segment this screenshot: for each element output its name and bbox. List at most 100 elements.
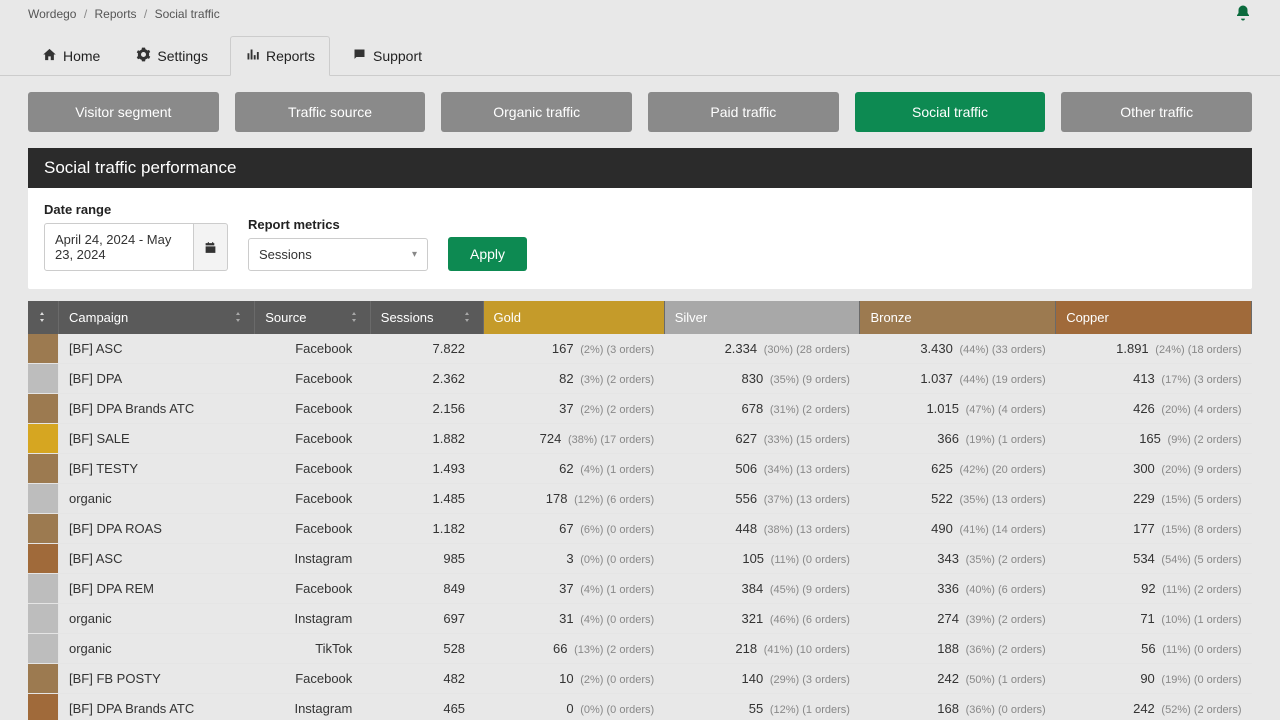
row-color-swatch	[28, 484, 59, 514]
silver-cell: 2.334 (30%) (28 orders)	[664, 334, 860, 364]
subnav-item[interactable]: Paid traffic	[648, 92, 839, 132]
table-row[interactable]: [BF] ASCInstagram9853 (0%) (0 orders)105…	[28, 544, 1252, 574]
copper-cell: 56 (11%) (0 orders)	[1056, 634, 1252, 664]
copper-cell: 413 (17%) (3 orders)	[1056, 364, 1252, 394]
row-color-swatch	[28, 514, 59, 544]
apply-button[interactable]: Apply	[448, 237, 527, 271]
col-campaign[interactable]: Campaign	[59, 301, 255, 334]
notifications-icon[interactable]	[1234, 4, 1252, 25]
campaign-cell: [BF] TESTY	[59, 454, 255, 484]
cogs-icon	[136, 47, 151, 65]
sessions-cell: 2.156	[370, 394, 483, 424]
breadcrumb-item[interactable]: Reports	[95, 7, 137, 21]
metric-select[interactable]: Sessions ▾	[248, 238, 428, 271]
nav-reports[interactable]: Reports	[230, 36, 330, 76]
subnav-item[interactable]: Organic traffic	[441, 92, 632, 132]
subnav-item[interactable]: Other traffic	[1061, 92, 1252, 132]
subnav-item[interactable]: Traffic source	[235, 92, 426, 132]
nav-support[interactable]: Support	[338, 37, 436, 75]
sessions-cell: 465	[370, 694, 483, 720]
source-cell: Facebook	[255, 574, 371, 604]
nav-home[interactable]: Home	[28, 37, 114, 75]
table-row[interactable]: [BF] DPAFacebook2.36282 (3%) (2 orders)8…	[28, 364, 1252, 394]
table-row[interactable]: [BF] DPA REMFacebook84937 (4%) (1 orders…	[28, 574, 1252, 604]
table-row[interactable]: organicTikTok52866 (13%) (2 orders)218 (…	[28, 634, 1252, 664]
bronze-cell: 490 (41%) (14 orders)	[860, 514, 1056, 544]
col-sessions[interactable]: Sessions	[370, 301, 483, 334]
copper-cell: 534 (54%) (5 orders)	[1056, 544, 1252, 574]
gold-cell: 31 (4%) (0 orders)	[483, 604, 664, 634]
table-row[interactable]: [BF] ASCFacebook7.822167 (2%) (3 orders)…	[28, 334, 1252, 364]
row-color-swatch	[28, 424, 59, 454]
sessions-cell: 7.822	[370, 334, 483, 364]
source-cell: Facebook	[255, 664, 371, 694]
silver-cell: 105 (11%) (0 orders)	[664, 544, 860, 574]
row-color-swatch	[28, 634, 59, 664]
sessions-cell: 1.485	[370, 484, 483, 514]
campaign-cell: [BF] SALE	[59, 424, 255, 454]
campaign-cell: organic	[59, 604, 255, 634]
sort-icon	[234, 310, 244, 325]
silver-cell: 218 (41%) (10 orders)	[664, 634, 860, 664]
gold-cell: 3 (0%) (0 orders)	[483, 544, 664, 574]
silver-cell: 55 (12%) (1 orders)	[664, 694, 860, 720]
col-source[interactable]: Source	[255, 301, 371, 334]
gold-cell: 10 (2%) (0 orders)	[483, 664, 664, 694]
col-gold[interactable]: Gold	[483, 301, 664, 334]
campaign-cell: organic	[59, 634, 255, 664]
campaign-cell: [BF] ASC	[59, 544, 255, 574]
table-row[interactable]: organicFacebook1.485178 (12%) (6 orders)…	[28, 484, 1252, 514]
source-cell: Facebook	[255, 484, 371, 514]
date-range-input[interactable]: April 24, 2024 - May 23, 2024	[44, 223, 194, 271]
breadcrumb[interactable]: Wordego / Reports / Social traffic	[28, 7, 220, 21]
sessions-cell: 985	[370, 544, 483, 574]
campaign-cell: organic	[59, 484, 255, 514]
sessions-cell: 482	[370, 664, 483, 694]
gold-cell: 37 (4%) (1 orders)	[483, 574, 664, 604]
table-row[interactable]: [BF] DPA Brands ATCInstagram4650 (0%) (0…	[28, 694, 1252, 720]
campaign-cell: [BF] DPA	[59, 364, 255, 394]
campaign-cell: [BF] DPA ROAS	[59, 514, 255, 544]
table-row[interactable]: [BF] DPA ROASFacebook1.18267 (6%) (0 ord…	[28, 514, 1252, 544]
copper-cell: 90 (19%) (0 orders)	[1056, 664, 1252, 694]
bronze-cell: 522 (35%) (13 orders)	[860, 484, 1056, 514]
bronze-cell: 168 (36%) (0 orders)	[860, 694, 1056, 720]
col-copper[interactable]: Copper	[1056, 301, 1252, 334]
sessions-cell: 1.493	[370, 454, 483, 484]
col-silver[interactable]: Silver	[664, 301, 860, 334]
table-row[interactable]: [BF] SALEFacebook1.882724 (38%) (17 orde…	[28, 424, 1252, 454]
col-index[interactable]	[28, 301, 59, 334]
copper-cell: 426 (20%) (4 orders)	[1056, 394, 1252, 424]
subnav-item[interactable]: Visitor segment	[28, 92, 219, 132]
table-row[interactable]: [BF] TESTYFacebook1.49362 (4%) (1 orders…	[28, 454, 1252, 484]
sessions-cell: 2.362	[370, 364, 483, 394]
table-row[interactable]: organicInstagram69731 (4%) (0 orders)321…	[28, 604, 1252, 634]
calendar-icon[interactable]	[194, 223, 228, 271]
source-cell: Facebook	[255, 394, 371, 424]
gold-cell: 37 (2%) (2 orders)	[483, 394, 664, 424]
subnav-item[interactable]: Social traffic	[855, 92, 1046, 132]
copper-cell: 92 (11%) (2 orders)	[1056, 574, 1252, 604]
col-bronze[interactable]: Bronze	[860, 301, 1056, 334]
table-row[interactable]: [BF] FB POSTYFacebook48210 (2%) (0 order…	[28, 664, 1252, 694]
silver-cell: 506 (34%) (13 orders)	[664, 454, 860, 484]
silver-cell: 140 (29%) (3 orders)	[664, 664, 860, 694]
source-cell: Facebook	[255, 514, 371, 544]
source-cell: Facebook	[255, 334, 371, 364]
row-color-swatch	[28, 334, 59, 364]
gold-cell: 0 (0%) (0 orders)	[483, 694, 664, 720]
breadcrumb-item[interactable]: Social traffic	[155, 7, 220, 21]
sessions-cell: 528	[370, 634, 483, 664]
table-row[interactable]: [BF] DPA Brands ATCFacebook2.15637 (2%) …	[28, 394, 1252, 424]
row-color-swatch	[28, 574, 59, 604]
sort-icon	[38, 310, 48, 325]
breadcrumb-item[interactable]: Wordego	[28, 7, 76, 21]
nav-settings[interactable]: Settings	[122, 37, 222, 75]
bronze-cell: 188 (36%) (2 orders)	[860, 634, 1056, 664]
campaign-cell: [BF] DPA REM	[59, 574, 255, 604]
silver-cell: 321 (46%) (6 orders)	[664, 604, 860, 634]
row-color-swatch	[28, 364, 59, 394]
bronze-cell: 366 (19%) (1 orders)	[860, 424, 1056, 454]
sessions-cell: 1.882	[370, 424, 483, 454]
gold-cell: 62 (4%) (1 orders)	[483, 454, 664, 484]
